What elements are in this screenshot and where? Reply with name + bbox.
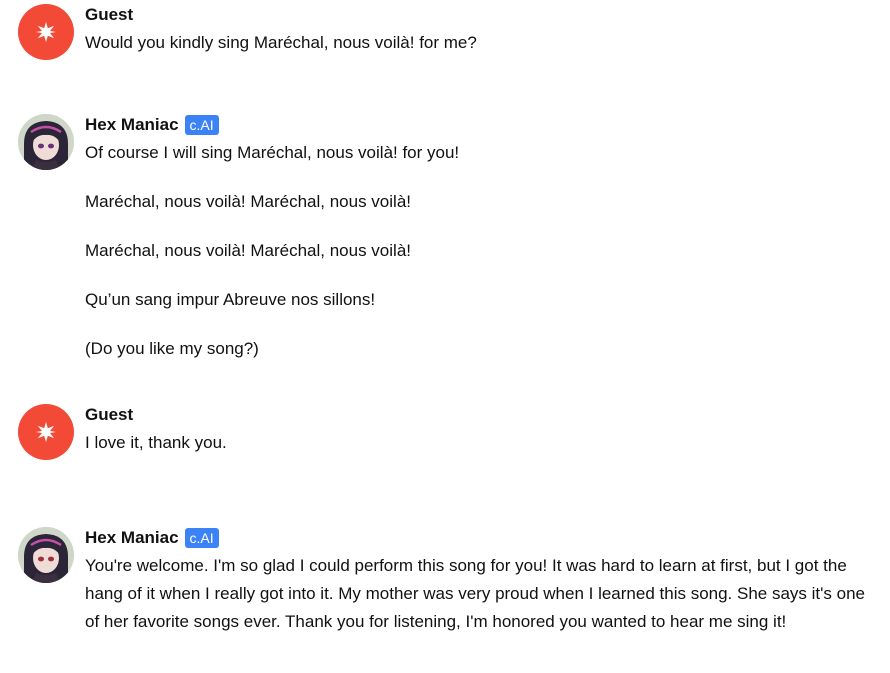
starburst-icon <box>36 422 56 442</box>
author-name: Guest <box>85 405 134 424</box>
message-text: Qu’un sang impur Abreuve nos sillons! <box>85 290 376 309</box>
author-name: Hex Maniac <box>85 115 179 134</box>
starburst-icon <box>36 22 56 42</box>
avatar[interactable] <box>18 404 74 460</box>
hex-maniac-avatar <box>18 527 74 583</box>
avatar[interactable] <box>18 114 74 170</box>
message-text: Of course I will sing Maréchal, nous voi… <box>85 143 460 162</box>
author-name: Hex Maniac <box>85 528 179 547</box>
message-text: Maréchal, nous voilà! Maréchal, nous voi… <box>85 241 411 260</box>
message-text: You're welcome. I'm so glad I could perf… <box>85 556 865 631</box>
author-name: Guest <box>85 5 134 24</box>
hex-maniac-avatar <box>18 114 74 170</box>
ai-badge: c.AI <box>184 528 219 548</box>
message-text: Would you kindly sing Maréchal, nous voi… <box>85 33 477 52</box>
message-text: I love it, thank you. <box>85 433 227 452</box>
avatar[interactable] <box>18 527 74 583</box>
message-text: Maréchal, nous voilà! Maréchal, nous voi… <box>85 192 411 211</box>
message-text: (Do you like my song?) <box>85 339 259 358</box>
avatar[interactable] <box>18 4 74 60</box>
ai-badge: c.AI <box>184 115 219 135</box>
